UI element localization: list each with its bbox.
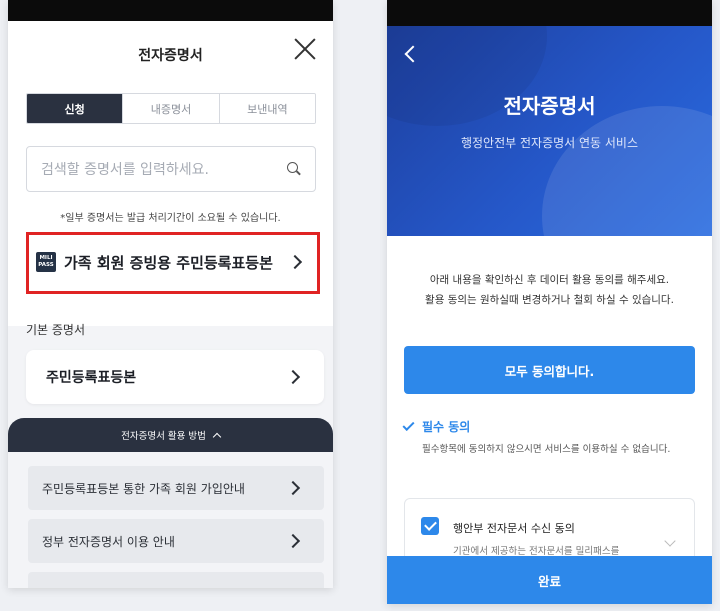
- guide-item-family-signup[interactable]: 주민등록표등본 통한 가족 회원 가입안내: [28, 466, 324, 510]
- chevron-down-icon[interactable]: [664, 535, 676, 547]
- consent-screen: 전자증명서 행정안전부 전자증명서 연동 서비스 아래 내용을 확인하신 후 데…: [387, 0, 712, 604]
- badge-line-2: PASS: [38, 262, 54, 268]
- chevron-right-icon: [287, 254, 303, 270]
- tab-my-certificates[interactable]: 내증명서: [123, 94, 220, 123]
- search-input[interactable]: 검색할 증명서를 입력하세요.: [26, 146, 316, 192]
- close-icon[interactable]: [291, 35, 319, 63]
- chevron-up-icon: [212, 432, 222, 442]
- consent-title: 행안부 전자문서 수신 동의: [453, 522, 575, 535]
- sheet-toggle[interactable]: 전자증명서 활용 방법: [8, 418, 333, 452]
- guide-item-label: 주민등록표등본 통한 가족 회원 가입안내: [42, 481, 245, 496]
- hero-title: 전자증명서: [503, 94, 596, 118]
- hero-decoration: [542, 106, 712, 236]
- guide-item-gov-certificate[interactable]: 정부 전자증명서 이용 안내: [28, 519, 324, 563]
- consent-description: 기관에서 제공하는 전자문서를 밀리패스를: [453, 546, 620, 557]
- resident-registration-label: 주민등록표등본: [46, 370, 137, 386]
- search-placeholder: 검색할 증명서를 입력하세요.: [41, 162, 209, 178]
- badge-line-1: MILI: [39, 255, 53, 261]
- chevron-right-icon: [285, 480, 301, 496]
- search-icon[interactable]: [287, 162, 301, 176]
- intro-line-2: 활용 동의는 원하실때 변경하거나 철회 하실 수 있습니다.: [425, 294, 674, 306]
- hero-subtitle: 행정안전부 전자증명서 연동 서비스: [460, 136, 639, 150]
- status-bar: [8, 0, 333, 21]
- hero-banner: 전자증명서 행정안전부 전자증명서 연동 서비스: [387, 26, 712, 236]
- sheet-title: 전자증명서 활용 방법: [121, 431, 206, 442]
- family-certificate-item[interactable]: MILI PASS 가족 회원 증빙용 주민등록표등본: [26, 239, 316, 285]
- main-panel: 신청 내증명서 보낸내역 검색할 증명서를 입력하세요. *일부 증명서는 발급…: [8, 86, 333, 326]
- section-title: 기본 증명서: [26, 323, 86, 337]
- required-description: 필수항목에 동의하지 않으시면 서비스를 이용하실 수 없습니다.: [422, 444, 671, 455]
- header: 전자증명서: [8, 21, 333, 86]
- processing-notice: *일부 증명서는 발급 처리기간이 소요될 수 있습니다.: [60, 213, 281, 224]
- certificate-list-screen: 전자증명서 신청 내증명서 보낸내역 검색할 증명서를 입력하세요. *일부 증…: [8, 0, 333, 588]
- screenshot-stage: 전자증명서 신청 내증명서 보낸내역 검색할 증명서를 입력하세요. *일부 증…: [0, 0, 720, 611]
- status-bar: [387, 0, 712, 26]
- checkbox-checked-icon[interactable]: [421, 517, 439, 535]
- required-label: 필수 동의: [422, 420, 471, 434]
- agree-all-button[interactable]: 모두 동의합니다.: [404, 346, 695, 394]
- done-button[interactable]: 완료: [387, 556, 712, 604]
- resident-registration-card[interactable]: 주민등록표등본: [26, 350, 324, 404]
- page-title: 전자증명서: [138, 48, 203, 64]
- family-certificate-label: 가족 회원 증빙용 주민등록표등본: [64, 253, 273, 272]
- consent-intro: 아래 내용을 확인하신 후 데이터 활용 동의를 해주세요. 활용 동의는 원하…: [387, 270, 712, 310]
- intro-line-1: 아래 내용을 확인하신 후 데이터 활용 동의를 해주세요.: [429, 274, 670, 286]
- milipass-logo-icon: MILI PASS: [36, 252, 56, 272]
- tab-bar: 신청 내증명서 보낸내역: [26, 93, 316, 124]
- guide-item-partial[interactable]: [28, 572, 324, 588]
- guide-item-label: 정부 전자증명서 이용 안내: [42, 534, 175, 549]
- chevron-right-icon: [285, 369, 301, 385]
- tab-apply[interactable]: 신청: [27, 94, 124, 123]
- checkmark-icon: [402, 418, 415, 432]
- chevron-right-icon: [285, 533, 301, 549]
- required-consent-heading: 필수 동의: [402, 418, 471, 435]
- usage-guide-sheet: 전자증명서 활용 방법 주민등록표등본 통한 가족 회원 가입안내 정부 전자증…: [8, 418, 333, 588]
- tab-sent-history[interactable]: 보낸내역: [219, 94, 315, 123]
